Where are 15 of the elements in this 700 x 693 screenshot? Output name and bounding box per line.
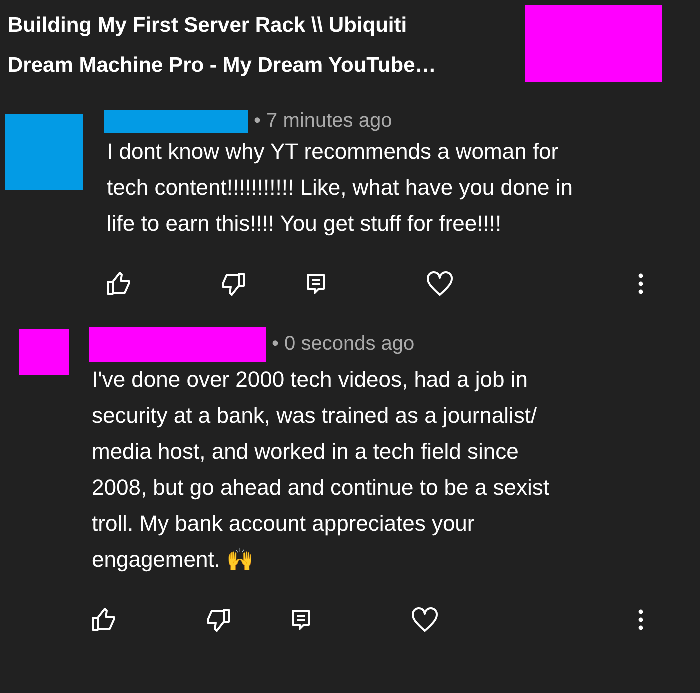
thumbs-down-icon[interactable] xyxy=(220,272,246,296)
more-icon[interactable] xyxy=(638,609,644,631)
thumbs-down-icon[interactable] xyxy=(205,608,231,632)
video-title: Building My First Server Rack \\ Ubiquiti Dream Machine Pro - My Dream YouTube… xyxy=(8,13,438,79)
comment-text: I've done over 2000 tech videos, had a job in security at a bank, was trained as a journalist/ media host, and worked in a tech field since 2008, but go ahead and continue to be a sexist troll. My bank account appreciates your engagement. 🙌 xyxy=(92,366,550,574)
thumbs-up-icon[interactable] xyxy=(91,608,117,632)
more-icon[interactable] xyxy=(638,273,644,295)
reply-icon[interactable] xyxy=(306,273,326,295)
heart-icon[interactable] xyxy=(426,271,454,297)
thumbs-up-icon[interactable] xyxy=(106,272,132,296)
comment-text: I dont know why YT recommends a woman for tech content!!!!!!!!!!! Like, what have you done in life to earn this!!!! You get stuff for free!!!! xyxy=(107,138,574,238)
comment-time: • 0 seconds ago xyxy=(272,332,415,357)
heart-icon[interactable] xyxy=(411,607,439,633)
comment-time: • 7 minutes ago xyxy=(254,109,392,134)
reply-icon[interactable] xyxy=(291,609,311,631)
